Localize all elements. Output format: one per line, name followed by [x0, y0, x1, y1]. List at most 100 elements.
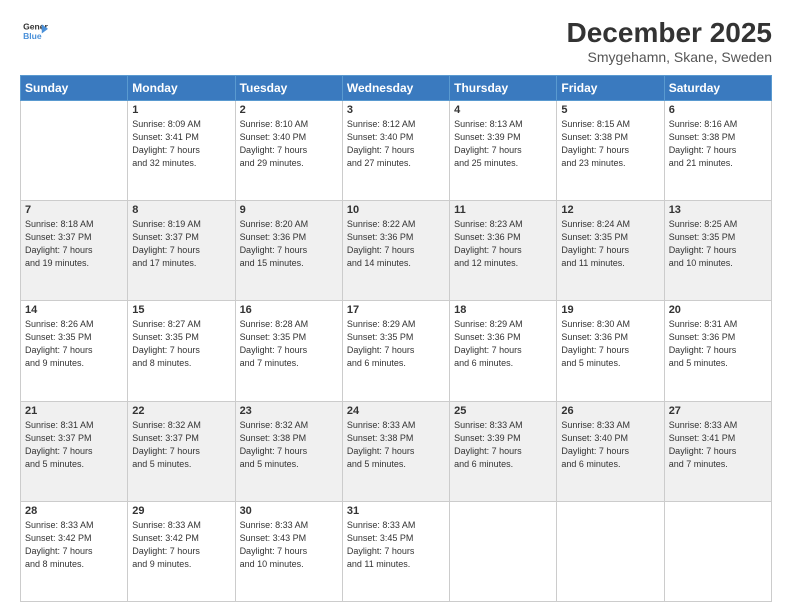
col-monday: Monday [128, 75, 235, 100]
col-thursday: Thursday [450, 75, 557, 100]
day-number: 30 [240, 505, 338, 517]
calendar-header-row: Sunday Monday Tuesday Wednesday Thursday… [21, 75, 772, 100]
day-cell-w3-d2: 16 Sunrise: 8:28 AM Sunset: 3:35 PM Dayli… [235, 301, 342, 401]
day-cell-w3-d6: 20 Sunrise: 8:31 AM Sunset: 3:36 PM Dayli… [664, 301, 771, 401]
day-info: Sunrise: 8:16 AM Sunset: 3:38 PM Dayligh… [669, 118, 767, 170]
day-number: 22 [132, 405, 230, 417]
day-number: 21 [25, 405, 123, 417]
day-info: Sunrise: 8:27 AM Sunset: 3:35 PM Dayligh… [132, 318, 230, 370]
day-cell-w1-d3: 3Sunrise: 8:12 AM Sunset: 3:40 PM Daylig… [342, 100, 449, 200]
header: General Blue December 2025 Smygehamn, Sk… [20, 18, 772, 65]
day-info: Sunrise: 8:25 AM Sunset: 3:35 PM Dayligh… [669, 218, 767, 270]
day-number: 12 [561, 204, 659, 216]
day-cell-w4-d1: 22 Sunrise: 8:32 AM Sunset: 3:37 PM Dayli… [128, 401, 235, 501]
day-cell-w1-d2: 2 Sunrise: 8:10 AM Sunset: 3:40 PM Daylig… [235, 100, 342, 200]
day-cell-w2-d1: 8Sunrise: 8:19 AM Sunset: 3:37 PM Daylig… [128, 201, 235, 301]
day-info: Sunrise: 8:31 AM Sunset: 3:36 PM Dayligh… [669, 318, 767, 370]
day-cell-w2-d2: 9 Sunrise: 8:20 AM Sunset: 3:36 PM Daylig… [235, 201, 342, 301]
svg-text:Blue: Blue [23, 31, 42, 41]
day-info: Sunrise: 8:32 AM Sunset: 3:37 PM Dayligh… [132, 419, 230, 471]
day-info: Sunrise: 8:28 AM Sunset: 3:35 PM Dayligh… [240, 318, 338, 370]
day-number: 9 [240, 204, 338, 216]
day-info: Sunrise: 8:20 AM Sunset: 3:36 PM Dayligh… [240, 218, 338, 270]
day-cell-w1-d5: 5 Sunrise: 8:15 AM Sunset: 3:38 PM Daylig… [557, 100, 664, 200]
day-cell-w2-d4: 11 Sunrise: 8:23 AM Sunset: 3:36 PM Dayli… [450, 201, 557, 301]
day-number: 23 [240, 405, 338, 417]
day-number: 17 [347, 304, 445, 316]
day-number: 24 [347, 405, 445, 417]
day-number: 1 [132, 104, 230, 116]
day-info: Sunrise: 8:33 AM Sunset: 3:39 PM Dayligh… [454, 419, 552, 471]
day-info: Sunrise: 8:31 AM Sunset: 3:37 PM Dayligh… [25, 419, 123, 471]
day-cell-w2-d3: 10 Sunrise: 8:22 AM Sunset: 3:36 PM Dayli… [342, 201, 449, 301]
day-info: Sunrise: 8:30 AM Sunset: 3:36 PM Dayligh… [561, 318, 659, 370]
day-number: 2 [240, 104, 338, 116]
title-block: December 2025 Smygehamn, Skane, Sweden [567, 18, 772, 65]
day-number: 7 [25, 204, 123, 216]
day-number: 6 [669, 104, 767, 116]
day-cell-w4-d2: 23 Sunrise: 8:32 AM Sunset: 3:38 PM Dayli… [235, 401, 342, 501]
col-friday: Friday [557, 75, 664, 100]
day-info: Sunrise: 8:10 AM Sunset: 3:40 PM Dayligh… [240, 118, 338, 170]
week-row-2: 7 Sunrise: 8:18 AM Sunset: 3:37 PM Daylig… [21, 201, 772, 301]
day-info: Sunrise: 8:19 AM Sunset: 3:37 PM Dayligh… [132, 218, 230, 270]
day-info: Sunrise: 8:23 AM Sunset: 3:36 PM Dayligh… [454, 218, 552, 270]
day-info: Sunrise: 8:33 AM Sunset: 3:41 PM Dayligh… [669, 419, 767, 471]
location-title: Smygehamn, Skane, Sweden [567, 49, 772, 65]
calendar-table: Sunday Monday Tuesday Wednesday Thursday… [20, 75, 772, 602]
day-number: 16 [240, 304, 338, 316]
day-number: 13 [669, 204, 767, 216]
day-cell-w5-d6 [664, 501, 771, 601]
day-number: 20 [669, 304, 767, 316]
day-cell-w5-d1: 29Sunrise: 8:33 AM Sunset: 3:42 PM Dayli… [128, 501, 235, 601]
week-row-1: 1 Sunrise: 8:09 AM Sunset: 3:41 PM Daylig… [21, 100, 772, 200]
week-row-3: 14Sunrise: 8:26 AM Sunset: 3:35 PM Dayli… [21, 301, 772, 401]
day-cell-w2-d6: 13 Sunrise: 8:25 AM Sunset: 3:35 PM Dayli… [664, 201, 771, 301]
day-info: Sunrise: 8:15 AM Sunset: 3:38 PM Dayligh… [561, 118, 659, 170]
day-info: Sunrise: 8:29 AM Sunset: 3:35 PM Dayligh… [347, 318, 445, 370]
day-number: 31 [347, 505, 445, 517]
day-number: 5 [561, 104, 659, 116]
day-number: 15 [132, 304, 230, 316]
day-number: 11 [454, 204, 552, 216]
col-wednesday: Wednesday [342, 75, 449, 100]
day-cell-w4-d4: 25Sunrise: 8:33 AM Sunset: 3:39 PM Dayli… [450, 401, 557, 501]
day-cell-w1-d4: 4 Sunrise: 8:13 AM Sunset: 3:39 PM Daylig… [450, 100, 557, 200]
col-saturday: Saturday [664, 75, 771, 100]
week-row-5: 28 Sunrise: 8:33 AM Sunset: 3:42 PM Dayli… [21, 501, 772, 601]
day-cell-w3-d5: 19 Sunrise: 8:30 AM Sunset: 3:36 PM Dayli… [557, 301, 664, 401]
day-info: Sunrise: 8:13 AM Sunset: 3:39 PM Dayligh… [454, 118, 552, 170]
day-info: Sunrise: 8:32 AM Sunset: 3:38 PM Dayligh… [240, 419, 338, 471]
day-info: Sunrise: 8:33 AM Sunset: 3:45 PM Dayligh… [347, 519, 445, 571]
day-number: 3 [347, 104, 445, 116]
day-cell-w4-d3: 24 Sunrise: 8:33 AM Sunset: 3:38 PM Dayli… [342, 401, 449, 501]
day-cell-w3-d3: 17 Sunrise: 8:29 AM Sunset: 3:35 PM Dayli… [342, 301, 449, 401]
logo-icon: General Blue [20, 18, 48, 46]
day-cell-w5-d5 [557, 501, 664, 601]
col-tuesday: Tuesday [235, 75, 342, 100]
day-info: Sunrise: 8:26 AM Sunset: 3:35 PM Dayligh… [25, 318, 123, 370]
day-cell-w3-d4: 18 Sunrise: 8:29 AM Sunset: 3:36 PM Dayli… [450, 301, 557, 401]
col-sunday: Sunday [21, 75, 128, 100]
day-info: Sunrise: 8:33 AM Sunset: 3:38 PM Dayligh… [347, 419, 445, 471]
day-cell-w3-d0: 14Sunrise: 8:26 AM Sunset: 3:35 PM Dayli… [21, 301, 128, 401]
day-number: 19 [561, 304, 659, 316]
day-number: 28 [25, 505, 123, 517]
day-cell-w5-d0: 28Sunrise: 8:33 AM Sunset: 3:42 PM Dayli… [21, 501, 128, 601]
day-cell-w2-d0: 7 Sunrise: 8:18 AM Sunset: 3:37 PM Daylig… [21, 201, 128, 301]
day-cell-w2-d5: 12Sunrise: 8:24 AM Sunset: 3:35 PM Dayli… [557, 201, 664, 301]
day-cell-w5-d3: 31 Sunrise: 8:33 AM Sunset: 3:45 PM Dayli… [342, 501, 449, 601]
day-number: 4 [454, 104, 552, 116]
day-cell-w4-d5: 26Sunrise: 8:33 AM Sunset: 3:40 PM Dayli… [557, 401, 664, 501]
day-info: Sunrise: 8:29 AM Sunset: 3:36 PM Dayligh… [454, 318, 552, 370]
day-number: 18 [454, 304, 552, 316]
day-info: Sunrise: 8:18 AM Sunset: 3:37 PM Dayligh… [25, 218, 123, 270]
day-info: Sunrise: 8:33 AM Sunset: 3:40 PM Dayligh… [561, 419, 659, 471]
day-info: Sunrise: 8:33 AM Sunset: 3:42 PM Dayligh… [132, 519, 230, 571]
day-cell-w5-d2: 30Sunrise: 8:33 AM Sunset: 3:43 PM Dayli… [235, 501, 342, 601]
day-info: Sunrise: 8:22 AM Sunset: 3:36 PM Dayligh… [347, 218, 445, 270]
day-cell-w1-d1: 1 Sunrise: 8:09 AM Sunset: 3:41 PM Daylig… [128, 100, 235, 200]
day-number: 10 [347, 204, 445, 216]
day-info: Sunrise: 8:09 AM Sunset: 3:41 PM Dayligh… [132, 118, 230, 170]
day-number: 27 [669, 405, 767, 417]
